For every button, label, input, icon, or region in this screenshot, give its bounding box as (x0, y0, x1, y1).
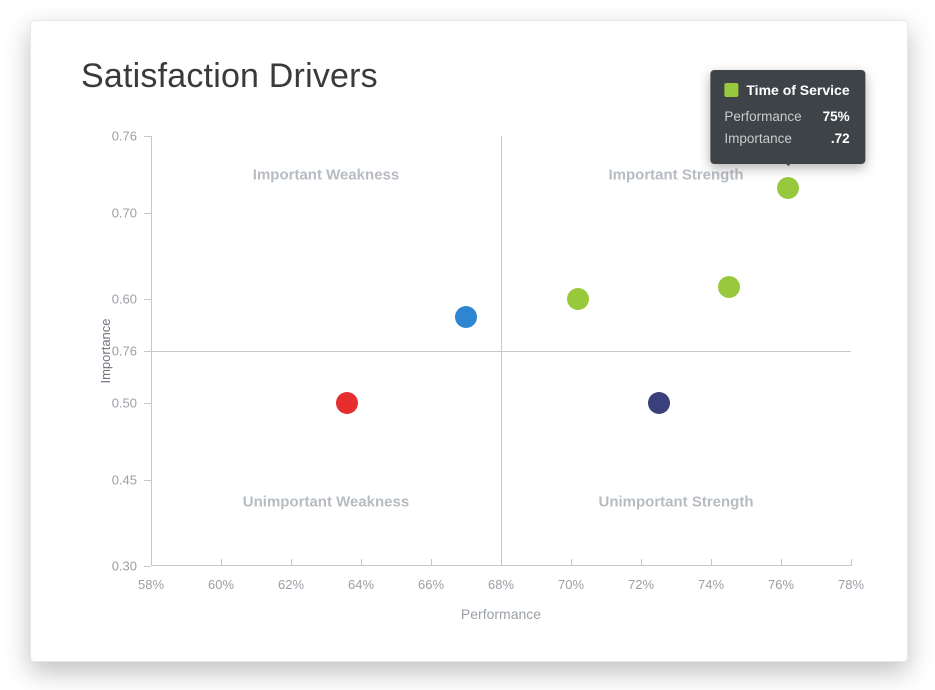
y-tick (144, 299, 151, 300)
quadrant-label-bottom-right: Unimportant Strength (599, 493, 754, 510)
x-tick (361, 559, 362, 566)
x-tick (571, 559, 572, 566)
tooltip: Time of Service Performance 75% Importance.… (710, 70, 865, 164)
data-point[interactable] (567, 288, 589, 310)
chart-title: Satisfaction Drivers (81, 57, 378, 96)
y-tick-label: 0.60 (97, 292, 137, 307)
vertical-midline (501, 136, 502, 566)
x-tick (221, 559, 222, 566)
tooltip-value: .72 (831, 128, 850, 150)
quadrant-label-top-left: Important Weakness (253, 166, 399, 183)
tooltip-key: Importance (724, 128, 792, 150)
x-tick-label: 58% (138, 577, 164, 592)
x-tick-label: 60% (208, 577, 234, 592)
y-tick-label: 0.76 (97, 344, 137, 359)
y-tick (144, 351, 151, 352)
x-tick-label: 72% (628, 577, 654, 592)
data-point[interactable] (455, 306, 477, 328)
data-point[interactable] (648, 392, 670, 414)
data-point[interactable] (718, 276, 740, 298)
x-tick-label: 68% (488, 577, 514, 592)
x-tick (641, 559, 642, 566)
y-tick (144, 566, 151, 567)
x-tick-label: 62% (278, 577, 304, 592)
chart-card: Satisfaction Drivers Performance Importa… (30, 20, 908, 662)
quadrant-label-bottom-left: Unimportant Weakness (243, 493, 409, 510)
chart-plot-area: Performance Importance 0.760.700.600.760… (151, 136, 851, 566)
tooltip-series-name: Time of Service (746, 82, 849, 98)
x-tick (501, 559, 502, 566)
x-tick (291, 559, 292, 566)
quadrant-label-top-right: Important Strength (609, 166, 744, 183)
x-tick-label: 66% (418, 577, 444, 592)
y-tick (144, 136, 151, 137)
x-tick (781, 559, 782, 566)
y-tick-label: 0.30 (97, 559, 137, 574)
x-tick-label: 64% (348, 577, 374, 592)
x-tick (711, 559, 712, 566)
y-tick-label: 0.70 (97, 206, 137, 221)
y-tick-label: 0.45 (97, 473, 137, 488)
tooltip-key: Performance (724, 106, 801, 128)
x-tick (151, 559, 152, 566)
x-tick-label: 74% (698, 577, 724, 592)
y-tick (144, 213, 151, 214)
x-axis-label: Performance (461, 606, 541, 622)
tooltip-value: 75% (823, 106, 850, 128)
y-tick (144, 403, 151, 404)
x-tick-label: 78% (838, 577, 864, 592)
y-tick-label: 0.50 (97, 395, 137, 410)
x-tick (851, 559, 852, 566)
y-tick-label: 0.76 (97, 129, 137, 144)
x-tick-label: 70% (558, 577, 584, 592)
x-tick (431, 559, 432, 566)
y-tick (144, 480, 151, 481)
tooltip-swatch (724, 83, 738, 97)
data-point[interactable] (777, 177, 799, 199)
x-tick-label: 76% (768, 577, 794, 592)
data-point[interactable] (336, 392, 358, 414)
